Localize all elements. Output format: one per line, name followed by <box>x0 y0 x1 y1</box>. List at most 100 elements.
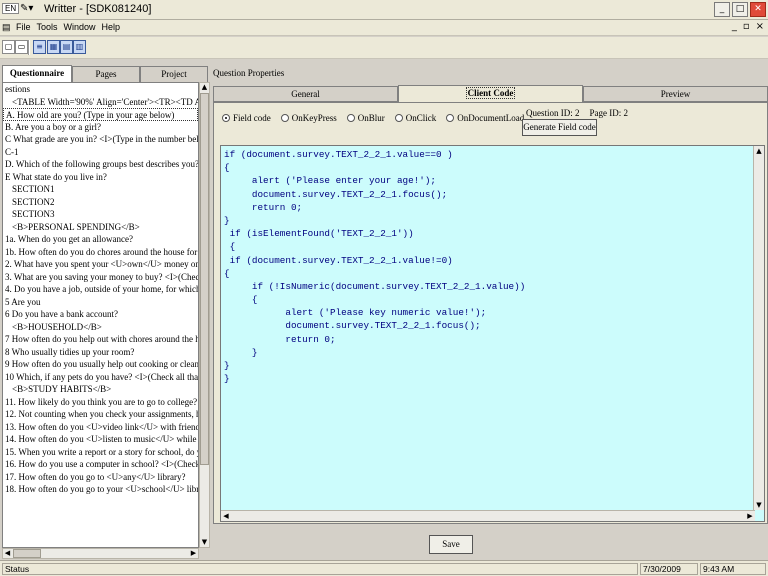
code-hscroll[interactable]: ◀ ▶ <box>221 510 755 521</box>
property-tabs: General Client Code Preview <box>213 85 768 103</box>
tab-pages[interactable]: Pages <box>72 66 140 82</box>
scroll-right-icon[interactable]: ▶ <box>745 511 755 521</box>
list-item[interactable]: 10 Which, if any pets do you have? <I>(C… <box>3 371 198 384</box>
page-id: Page ID: 2 <box>589 108 629 118</box>
code-line: if (document.survey.TEXT_2_2_1.value==0 … <box>224 149 453 160</box>
status-time: 9:43 AM <box>700 563 766 575</box>
tab-project[interactable]: Project <box>140 66 208 82</box>
menu-help[interactable]: Help <box>102 22 121 32</box>
list-item[interactable]: B. Are you a boy or a girl? <box>3 121 198 134</box>
list-item[interactable]: <TABLE Width='90%' Align='Center'><TR><T… <box>3 96 198 109</box>
grid-icon[interactable]: ▦ <box>47 40 60 54</box>
close-icon[interactable]: ✕ <box>750 2 766 17</box>
list-item[interactable]: SECTION2 <box>3 196 198 209</box>
list-item[interactable]: 17. How often do you go to <U>any</U> li… <box>3 471 198 484</box>
list-item[interactable]: 15. When you write a report or a story f… <box>3 446 198 459</box>
scroll-right-icon[interactable]: ▶ <box>189 549 198 558</box>
scroll-left-icon[interactable]: ◀ <box>3 549 12 558</box>
list-icon[interactable]: ≡ <box>33 40 46 54</box>
list-item[interactable]: C-1 <box>3 146 198 159</box>
scroll-up-icon[interactable]: ▲ <box>754 146 764 156</box>
list-item[interactable]: D. Which of the following groups best de… <box>3 158 198 171</box>
list-item[interactable]: 6 Do you have a bank account? <box>3 308 198 321</box>
menu-file[interactable]: File <box>16 22 31 32</box>
list-item[interactable]: 16. How do you use a computer in school?… <box>3 458 198 471</box>
list-item[interactable]: E What state do you live in? <box>3 171 198 184</box>
tab-client-code[interactable]: Client Code <box>398 85 583 103</box>
scroll-up-icon[interactable]: ▲ <box>200 83 209 92</box>
list-item[interactable]: 12. Not counting when you check your ass… <box>3 408 198 421</box>
code-line: } <box>224 214 230 226</box>
mdi-close-icon[interactable]: × <box>756 21 764 32</box>
scroll-down-icon[interactable]: ▼ <box>200 538 209 547</box>
list-item[interactable]: 5 Are you <box>3 296 198 309</box>
status-text: Status <box>2 563 638 575</box>
list-item[interactable]: 8 Who usually tidies up your room? <box>3 346 198 359</box>
radio-ondocumentload[interactable]: OnDocumentLoad <box>446 113 524 123</box>
list-item[interactable]: 13. How often do you <U>video link</U> w… <box>3 421 198 434</box>
list-item[interactable]: 9 How often do you usually help out cook… <box>3 358 198 371</box>
code-editor[interactable]: if (document.survey.TEXT_2_2_1.value==0 … <box>220 145 765 522</box>
list-item[interactable]: SECTION3 <box>3 208 198 221</box>
tab-general[interactable]: General <box>213 86 398 102</box>
minimize-icon[interactable]: _ <box>714 2 730 17</box>
code-line: { <box>224 241 236 253</box>
app-icon[interactable]: ▤ <box>2 22 12 33</box>
list-item[interactable]: SECTION1 <box>3 183 198 196</box>
scroll-down-icon[interactable]: ▼ <box>754 500 764 510</box>
list-item[interactable]: 18. How often do you go to your <U>schoo… <box>3 483 198 496</box>
list-item[interactable]: 1b. How often do you do chores around th… <box>3 246 198 259</box>
toolbar-separator <box>28 40 30 55</box>
open-icon[interactable]: ▭ <box>15 40 28 54</box>
list-item[interactable]: 2. What have you spent your <U>own</U> m… <box>3 258 198 271</box>
list-item[interactable]: estions <box>3 83 198 96</box>
list-item[interactable]: 14. How often do you <U>listen to music<… <box>3 433 198 446</box>
code-line: alert ('Please enter your age!'); <box>224 175 437 187</box>
question-list-hscroll[interactable]: ◀ ▶ <box>2 548 199 559</box>
question-id: Question ID: 2 <box>526 108 580 118</box>
toolbar: ▢ ▭ ≡ ▦ ▤ ▥ <box>0 37 768 59</box>
list-item[interactable]: <B>STUDY HABITS</B> <box>3 383 198 396</box>
list-item-selected[interactable]: A. How old are you? (Type in your age be… <box>3 108 198 121</box>
scroll-left-icon[interactable]: ◀ <box>221 511 231 521</box>
generate-field-code-button[interactable]: Generate Field code <box>522 119 597 136</box>
list-item[interactable]: <B>PERSONAL SPENDING</B> <box>3 221 198 234</box>
save-button[interactable]: Save <box>429 535 473 554</box>
scroll-thumb[interactable] <box>13 549 41 558</box>
language-label: EN <box>2 3 20 14</box>
tab-preview[interactable]: Preview <box>583 86 768 102</box>
list-item[interactable]: 7 How often do you help out with chores … <box>3 333 198 346</box>
question-info: Question ID: 2 Page ID: 2 <box>526 108 628 118</box>
mdi-minimize-icon[interactable]: _ <box>732 21 737 32</box>
status-bar: Status 7/30/2009 9:43 AM <box>0 560 768 576</box>
title-bar: EN ✎▾ Writter - [SDK081240] _ □ ✕ <box>0 0 768 20</box>
code-vscroll[interactable]: ▲ ▼ <box>753 146 764 510</box>
question-list-vscroll[interactable]: ▲ ▼ <box>199 82 210 548</box>
code-line: alert ('Please key numeric value!'); <box>224 307 487 319</box>
language-indicator[interactable]: EN <box>2 3 20 14</box>
list-item[interactable]: 4. Do you have a job, outside of your ho… <box>3 283 198 296</box>
mdi-restore-icon[interactable]: ▫ <box>743 21 750 32</box>
list-item[interactable]: 3. What are you saving your money to buy… <box>3 271 198 284</box>
window-title: Writter - [SDK081240] <box>44 3 152 15</box>
radio-onkeypress[interactable]: OnKeyPress <box>280 113 337 123</box>
list-item[interactable]: C What grade are you in? <I>(Type in the… <box>3 133 198 146</box>
status-date: 7/30/2009 <box>640 563 698 575</box>
maximize-icon[interactable]: □ <box>732 2 748 17</box>
menu-tools[interactable]: Tools <box>37 22 58 32</box>
list-item[interactable]: 11. How likely do you think you are to g… <box>3 396 198 409</box>
table-icon[interactable]: ▤ <box>60 40 73 54</box>
radio-onclick[interactable]: OnClick <box>394 113 436 123</box>
layout-icon[interactable]: ▥ <box>73 40 86 54</box>
scroll-thumb[interactable] <box>200 93 209 465</box>
list-item[interactable]: 1a. When do you get an allowance? <box>3 233 198 246</box>
menu-window[interactable]: Window <box>64 22 96 32</box>
radio-onblur[interactable]: OnBlur <box>346 113 385 123</box>
new-icon[interactable]: ▢ <box>2 40 15 54</box>
code-line: document.survey.TEXT_2_2_1.focus(); <box>224 320 481 332</box>
code-text[interactable]: if (document.survey.TEXT_2_2_1.value==0 … <box>224 148 749 508</box>
tab-questionnaire[interactable]: Questionnaire <box>2 65 72 83</box>
list-item[interactable]: <B>HOUSEHOLD</B> <box>3 321 198 334</box>
question-list[interactable]: estions <TABLE Width='90%' Align='Center… <box>2 82 199 548</box>
radio-field-code[interactable]: Field code <box>222 113 271 123</box>
